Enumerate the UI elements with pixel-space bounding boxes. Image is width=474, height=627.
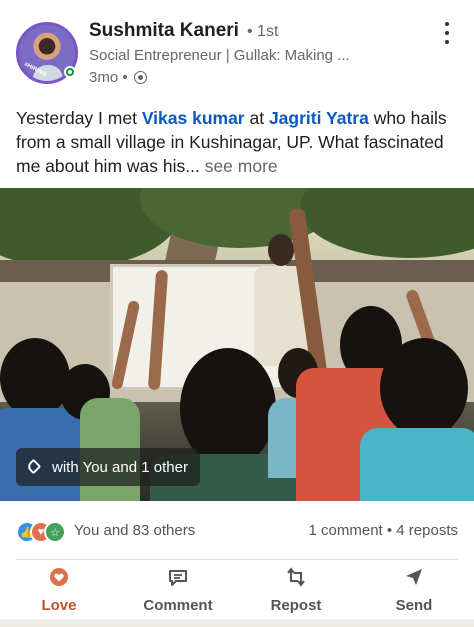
comment-icon (167, 566, 189, 588)
social-counts: 👍 ♥ ☆ You and 83 others 1 comment • 4 re… (0, 514, 474, 550)
post-meta: 3mo • (89, 69, 147, 86)
send-label: Send (395, 597, 433, 614)
see-more-link[interactable]: see more (205, 156, 278, 176)
post-text-part: at (244, 108, 269, 128)
mention-jagriti-yatra[interactable]: Jagriti Yatra (269, 108, 369, 128)
comments-reposts-count[interactable]: 1 comment • 4 reposts (309, 522, 458, 539)
author-headline: Social Entrepreneur | Gullak: Making ... (89, 47, 350, 64)
online-status-icon (64, 66, 76, 78)
support-icon: ☆ (44, 521, 66, 543)
post-photo[interactable]: with You and 1 other (0, 188, 474, 501)
author-avatar[interactable]: #HIRING (16, 22, 78, 84)
comment-label: Comment (143, 597, 213, 614)
more-options-icon[interactable] (440, 22, 454, 44)
post-text: Yesterday I met Vikas kumar at Jagriti Y… (16, 106, 466, 178)
globe-icon (133, 70, 147, 84)
reactions-count[interactable]: You and 83 others (74, 522, 195, 539)
comment-button[interactable]: Comment (140, 566, 216, 614)
love-label: Love (41, 597, 77, 614)
tagged-people-label: with You and 1 other (52, 458, 188, 476)
reaction-icons[interactable]: 👍 ♥ ☆ (16, 521, 68, 543)
repost-icon (285, 566, 307, 588)
post-header: #HIRING Sushmita Kaneri • 1st Social Ent… (0, 0, 474, 95)
divider (16, 559, 458, 560)
tag-icon (26, 459, 42, 475)
feed-separator (0, 619, 474, 627)
connection-degree: • 1st (247, 23, 279, 40)
repost-button[interactable]: Repost (268, 566, 324, 614)
love-button[interactable]: Love (36, 566, 82, 614)
action-bar: Love Comment Repost Send (0, 566, 474, 616)
post-time: 3mo • (89, 69, 128, 86)
author-name[interactable]: Sushmita Kaneri (89, 20, 239, 42)
repost-label: Repost (270, 597, 322, 614)
feed-post: #HIRING Sushmita Kaneri • 1st Social Ent… (0, 0, 474, 627)
heart-icon (48, 566, 70, 588)
mention-vikas-kumar[interactable]: Vikas kumar (142, 108, 245, 128)
send-button[interactable]: Send (394, 566, 434, 614)
tagged-people-chip[interactable]: with You and 1 other (16, 448, 200, 486)
post-text-part: Yesterday I met (16, 108, 142, 128)
send-icon (403, 566, 425, 588)
